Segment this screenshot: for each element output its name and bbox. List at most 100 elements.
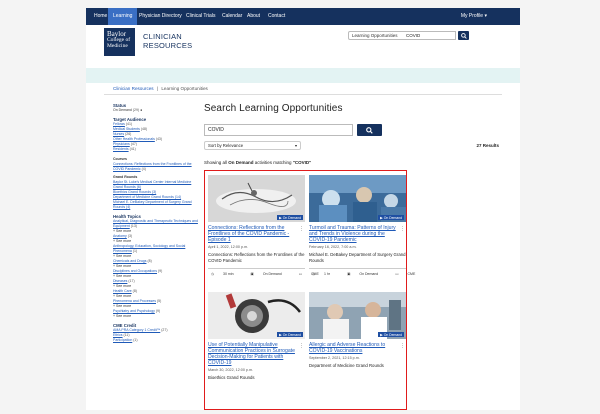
summary-status: On Demand [228, 160, 254, 165]
card-title[interactable]: Connections: Reflections from the Frontl… [208, 225, 298, 243]
topic-label: Psychiatry and Psychology [113, 309, 155, 313]
result-card[interactable]: ▶ On Demand ⋮ Allergic and Adverse React… [309, 292, 406, 369]
more-options-icon[interactable]: ⋮ [400, 343, 405, 349]
on-demand-badge: ▶ On Demand [378, 332, 404, 337]
topic-count: (9) [157, 269, 163, 273]
search-button[interactable] [357, 124, 382, 136]
audience-label: Physicians [113, 142, 130, 146]
search-icon [460, 32, 467, 39]
nav-physician-directory[interactable]: Physician Directory [134, 8, 187, 25]
card-thumbnail[interactable]: ▶ On Demand [208, 175, 305, 222]
monitor-icon: ▣ [250, 272, 254, 276]
filter-sidebar: Status On Demand (29) ● Target Audience … [113, 103, 198, 343]
logo-line-3: Medicine [107, 43, 128, 49]
audience-count: (41) [125, 122, 133, 126]
divider [104, 94, 502, 95]
topic-filter[interactable]: Anthropology, Education, Sociology and S… [113, 244, 198, 254]
video-icon: ▶ [380, 215, 383, 220]
topic-count: (13) [130, 224, 137, 228]
duration-label: 1 hr [324, 272, 331, 276]
grand-rounds-filter[interactable]: Michael E. DeBakey Department of Surgery… [113, 200, 198, 210]
on-demand-badge: ▶ On Demand [277, 215, 303, 220]
card-title[interactable]: Allergic and Adverse Reactions to COVID-… [309, 342, 399, 354]
result-card[interactable]: ▶ On Demand ⋮ Turmoil and Trauma: Patter… [309, 175, 406, 263]
card-date: April 1, 2022, 12:00 p.m. [208, 245, 249, 249]
result-card[interactable]: ▶ On Demand ⋮ Use of Potentially Manipul… [208, 292, 305, 381]
info-icon: ● [140, 108, 143, 112]
card-meta: ◷ 1 hr ▣ On Demand ▭ CME [312, 272, 431, 276]
results-grid: ▶ On Demand ⋮ Connections: Reflections f… [204, 170, 415, 410]
duration: ◷ 1 hr [312, 272, 338, 276]
course-count: (4) [141, 167, 146, 171]
course-label: Connections: Reflections from the Frontl… [113, 162, 192, 171]
summary-mid: activities matching [253, 160, 293, 165]
topic-count: (3) [127, 234, 133, 238]
more-options-icon[interactable]: ⋮ [299, 226, 304, 232]
breadcrumb-current: Learning Opportunities [161, 86, 208, 91]
ticket-icon: ▭ [395, 272, 399, 276]
audience-label: Nurses [113, 132, 125, 136]
site-brand[interactable]: CLINICIAN RESOURCES [143, 32, 193, 50]
card-date: February 16, 2022, 7:00 a.m. [309, 245, 357, 249]
see-more-link[interactable]: + See more [113, 314, 198, 319]
chevron-down-icon: ▾ [294, 143, 297, 148]
card-title[interactable]: Turmoil and Trauma: Patterns of Injury a… [309, 225, 399, 243]
credit-count: (1) [133, 338, 138, 342]
search-input[interactable]: COVID [204, 124, 353, 136]
breadcrumb-separator: | [156, 86, 159, 91]
topic-count: (17) [128, 279, 135, 283]
topic-count: (8) [147, 259, 152, 263]
topic-filter[interactable]: Analytical, Diagnostic and Therapeutic T… [113, 219, 198, 229]
breadcrumb-root[interactable]: Clinician Resources [113, 86, 154, 91]
ticket-icon: ▭ [298, 272, 303, 276]
status-filter[interactable]: On Demand (29) ● [113, 108, 198, 113]
card-description: Bioethics Grand Rounds [208, 375, 255, 380]
format: ▣ On Demand [347, 272, 386, 276]
brand-line-2: RESOURCES [143, 40, 193, 50]
divider [208, 268, 305, 269]
search-icon [366, 126, 373, 134]
breadcrumb: Clinician Resources | Learning Opportuni… [113, 86, 208, 91]
nav-about[interactable]: About [242, 8, 265, 25]
audience-label: Residents [113, 147, 129, 151]
college-logo[interactable]: Baylor College of Medicine [104, 28, 135, 56]
quick-search-input[interactable]: COVID [403, 31, 456, 40]
profile-menu[interactable]: My Profile ▾ [461, 8, 487, 25]
results-summary: Showing all On Demand activities matchin… [204, 160, 311, 165]
audience-count: (47) [130, 142, 137, 146]
course-filter[interactable]: Connections: Reflections from the Frontl… [113, 162, 198, 172]
format-label: On Demand [262, 272, 282, 276]
nav-contact[interactable]: Contact [263, 8, 290, 25]
card-thumbnail[interactable]: ▶ On Demand [309, 292, 406, 339]
more-options-icon[interactable]: ⋮ [400, 226, 405, 232]
format: ▣ On Demand [251, 272, 290, 276]
topic-label: Anatomy [113, 234, 127, 238]
on-demand-badge: ▶ On Demand [378, 215, 404, 220]
card-title[interactable]: Use of Potentially Manipulative Communic… [208, 342, 298, 366]
nav-clinical-trials[interactable]: Clinical Trials [181, 8, 220, 25]
credit-filter[interactable]: Participation (1) [113, 338, 198, 343]
status-value: On Demand [113, 108, 132, 112]
card-thumbnail[interactable]: ▶ On Demand [309, 175, 406, 222]
browser-frame: Home Learning Physician Directory Clinic… [0, 0, 600, 414]
audience-filter[interactable]: Residents (41) [113, 147, 198, 152]
credit-label: Participation [113, 338, 133, 342]
credit-count: (11) [123, 333, 130, 337]
more-options-icon[interactable]: ⋮ [299, 343, 304, 349]
quick-search-scope-value: Learning Opportunities [352, 33, 398, 38]
result-card[interactable]: ▶ On Demand ⋮ Connections: Reflections f… [208, 175, 305, 263]
quick-search-button[interactable] [458, 31, 469, 40]
grand-rounds-filter[interactable]: Baylor St. Luke's Medical Center Interna… [113, 180, 198, 190]
credit-label: AMA PRA Category 1 Credit™ [113, 328, 161, 332]
topic-label: Chemicals and Drugs [113, 259, 147, 263]
top-nav: Home Learning Physician Directory Clinic… [86, 8, 520, 25]
audience-count: (48) [140, 127, 148, 131]
video-icon: ▶ [279, 215, 282, 220]
badge-label: On Demand [282, 332, 301, 337]
clock-icon: ◷ [312, 272, 316, 276]
on-demand-badge: ▶ On Demand [277, 332, 303, 337]
card-thumbnail[interactable]: ▶ On Demand [208, 292, 305, 339]
sort-select[interactable]: Sort by Relevance ▾ [204, 141, 301, 150]
topic-count: (1) [132, 249, 138, 253]
page-title: Search Learning Opportunities [204, 103, 343, 114]
